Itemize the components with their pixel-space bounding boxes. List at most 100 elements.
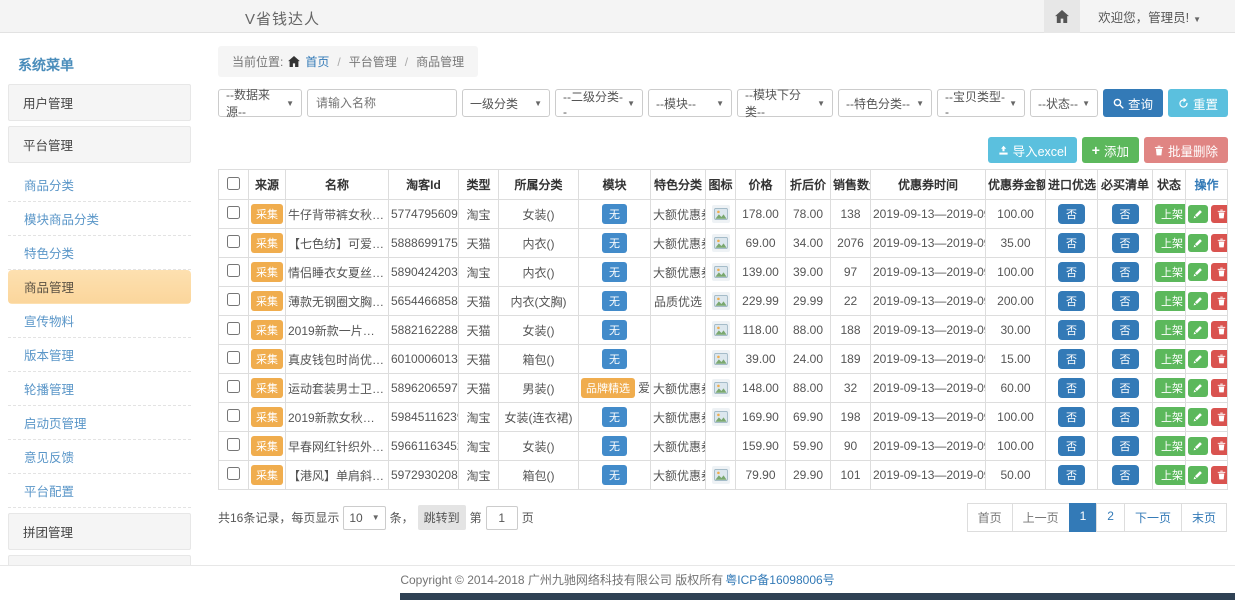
must-buy-badge[interactable]: 否 [1112, 465, 1139, 485]
must-buy-badge[interactable]: 否 [1112, 436, 1139, 456]
row-checkbox[interactable] [227, 380, 240, 393]
edit-button[interactable] [1188, 466, 1208, 484]
delete-button[interactable] [1211, 408, 1228, 426]
must-buy-badge[interactable]: 否 [1112, 407, 1139, 427]
import-excel-button[interactable]: 导入excel [988, 137, 1077, 163]
home-button[interactable] [1044, 0, 1080, 33]
status-badge[interactable]: 上架 [1155, 349, 1186, 369]
delete-button[interactable] [1211, 263, 1228, 281]
row-checkbox[interactable] [227, 322, 240, 335]
must-buy-badge[interactable]: 否 [1112, 349, 1139, 369]
status-badge[interactable]: 上架 [1155, 436, 1186, 456]
prev-page-button[interactable]: 上一页 [1012, 503, 1070, 532]
status-badge[interactable]: 上架 [1155, 378, 1186, 398]
edit-button[interactable] [1188, 234, 1208, 252]
status-badge[interactable]: 上架 [1155, 407, 1186, 427]
jump-button[interactable]: 跳转到 [418, 505, 466, 530]
status-badge[interactable]: 上架 [1155, 291, 1186, 311]
import-select-badge[interactable]: 否 [1058, 233, 1085, 253]
edit-button[interactable] [1188, 205, 1208, 223]
delete-button[interactable] [1211, 292, 1228, 310]
sidebar-subitem[interactable]: 轮播管理 [8, 372, 191, 406]
sidebar-subitem[interactable]: 模块商品分类 [8, 202, 191, 236]
first-page-button[interactable]: 首页 [967, 503, 1013, 532]
status-badge[interactable]: 上架 [1155, 320, 1186, 340]
delete-button[interactable] [1211, 321, 1228, 339]
level2-category-select[interactable]: --二级分类--▼ [555, 89, 643, 117]
sidebar-subitem[interactable]: 商品管理 [8, 270, 191, 304]
icp-link[interactable]: 粤ICP备16098006号 [725, 571, 834, 588]
name-search-input[interactable] [307, 89, 457, 117]
sidebar-item[interactable]: 用户管理 [8, 84, 191, 121]
item-type-select[interactable]: --宝贝类型--▼ [937, 89, 1025, 117]
last-page-button[interactable]: 末页 [1181, 503, 1227, 532]
jump-page-input[interactable] [486, 506, 518, 530]
sidebar-subitem[interactable]: 平台配置 [8, 474, 191, 508]
row-checkbox[interactable] [227, 351, 240, 364]
sidebar-subitem[interactable]: 版本管理 [8, 338, 191, 372]
delete-button[interactable] [1211, 205, 1228, 223]
user-menu[interactable]: 欢迎您，管理员!▼ [1098, 7, 1201, 26]
data-source-select[interactable]: --数据来源--▼ [218, 89, 302, 117]
sidebar-item[interactable]: 拼团管理 [8, 513, 191, 550]
level1-category-select[interactable]: 一级分类▼ [462, 89, 550, 117]
sidebar-item[interactable]: 省惠快报 [8, 555, 191, 565]
status-badge[interactable]: 上架 [1155, 233, 1186, 253]
must-buy-badge[interactable]: 否 [1112, 320, 1139, 340]
module-subcategory-select[interactable]: --模块下分类--▼ [737, 89, 833, 117]
delete-button[interactable] [1211, 437, 1228, 455]
edit-button[interactable] [1188, 292, 1208, 310]
must-buy-badge[interactable]: 否 [1112, 233, 1139, 253]
delete-button[interactable] [1211, 466, 1228, 484]
breadcrumb-home-link[interactable]: 首页 [305, 53, 329, 70]
sidebar-subitem[interactable]: 启动页管理 [8, 406, 191, 440]
next-page-button[interactable]: 下一页 [1124, 503, 1182, 532]
row-checkbox[interactable] [227, 235, 240, 248]
status-select[interactable]: --状态--▼ [1030, 89, 1098, 117]
feature-category-select[interactable]: --特色分类--▼ [838, 89, 932, 117]
sidebar-subitem[interactable]: 意见反馈 [8, 440, 191, 474]
import-select-badge[interactable]: 否 [1058, 407, 1085, 427]
must-buy-badge[interactable]: 否 [1112, 291, 1139, 311]
import-select-badge[interactable]: 否 [1058, 262, 1085, 282]
row-checkbox[interactable] [227, 206, 240, 219]
delete-button[interactable] [1211, 234, 1228, 252]
import-select-badge[interactable]: 否 [1058, 349, 1085, 369]
module-select[interactable]: --模块--▼ [648, 89, 732, 117]
reset-button[interactable]: 重置 [1168, 89, 1228, 117]
status-badge[interactable]: 上架 [1155, 204, 1186, 224]
edit-button[interactable] [1188, 437, 1208, 455]
delete-button[interactable] [1211, 350, 1228, 368]
delete-button[interactable] [1211, 379, 1228, 397]
import-select-badge[interactable]: 否 [1058, 465, 1085, 485]
row-checkbox[interactable] [227, 264, 240, 277]
sidebar-subitem[interactable]: 商品分类 [8, 168, 191, 202]
page-button-2[interactable]: 2 [1096, 503, 1125, 532]
add-button[interactable]: + 添加 [1082, 137, 1139, 163]
per-page-select[interactable]: 10▼ [343, 506, 385, 530]
page-button-1[interactable]: 1 [1069, 503, 1098, 532]
status-badge[interactable]: 上架 [1155, 262, 1186, 282]
import-select-badge[interactable]: 否 [1058, 436, 1085, 456]
edit-button[interactable] [1188, 263, 1208, 281]
row-checkbox[interactable] [227, 409, 240, 422]
edit-button[interactable] [1188, 408, 1208, 426]
select-all-checkbox[interactable] [227, 177, 240, 190]
batch-delete-button[interactable]: 批量删除 [1144, 137, 1228, 163]
import-select-badge[interactable]: 否 [1058, 378, 1085, 398]
row-checkbox[interactable] [227, 467, 240, 480]
import-select-badge[interactable]: 否 [1058, 320, 1085, 340]
import-select-badge[interactable]: 否 [1058, 291, 1085, 311]
must-buy-badge[interactable]: 否 [1112, 262, 1139, 282]
row-checkbox[interactable] [227, 438, 240, 451]
sidebar-subitem[interactable]: 宣传物料 [8, 304, 191, 338]
import-select-badge[interactable]: 否 [1058, 204, 1085, 224]
sidebar-item[interactable]: 平台管理 [8, 126, 191, 163]
must-buy-badge[interactable]: 否 [1112, 378, 1139, 398]
edit-button[interactable] [1188, 350, 1208, 368]
row-checkbox[interactable] [227, 293, 240, 306]
sidebar-subitem[interactable]: 特色分类 [8, 236, 191, 270]
edit-button[interactable] [1188, 321, 1208, 339]
status-badge[interactable]: 上架 [1155, 465, 1186, 485]
must-buy-badge[interactable]: 否 [1112, 204, 1139, 224]
